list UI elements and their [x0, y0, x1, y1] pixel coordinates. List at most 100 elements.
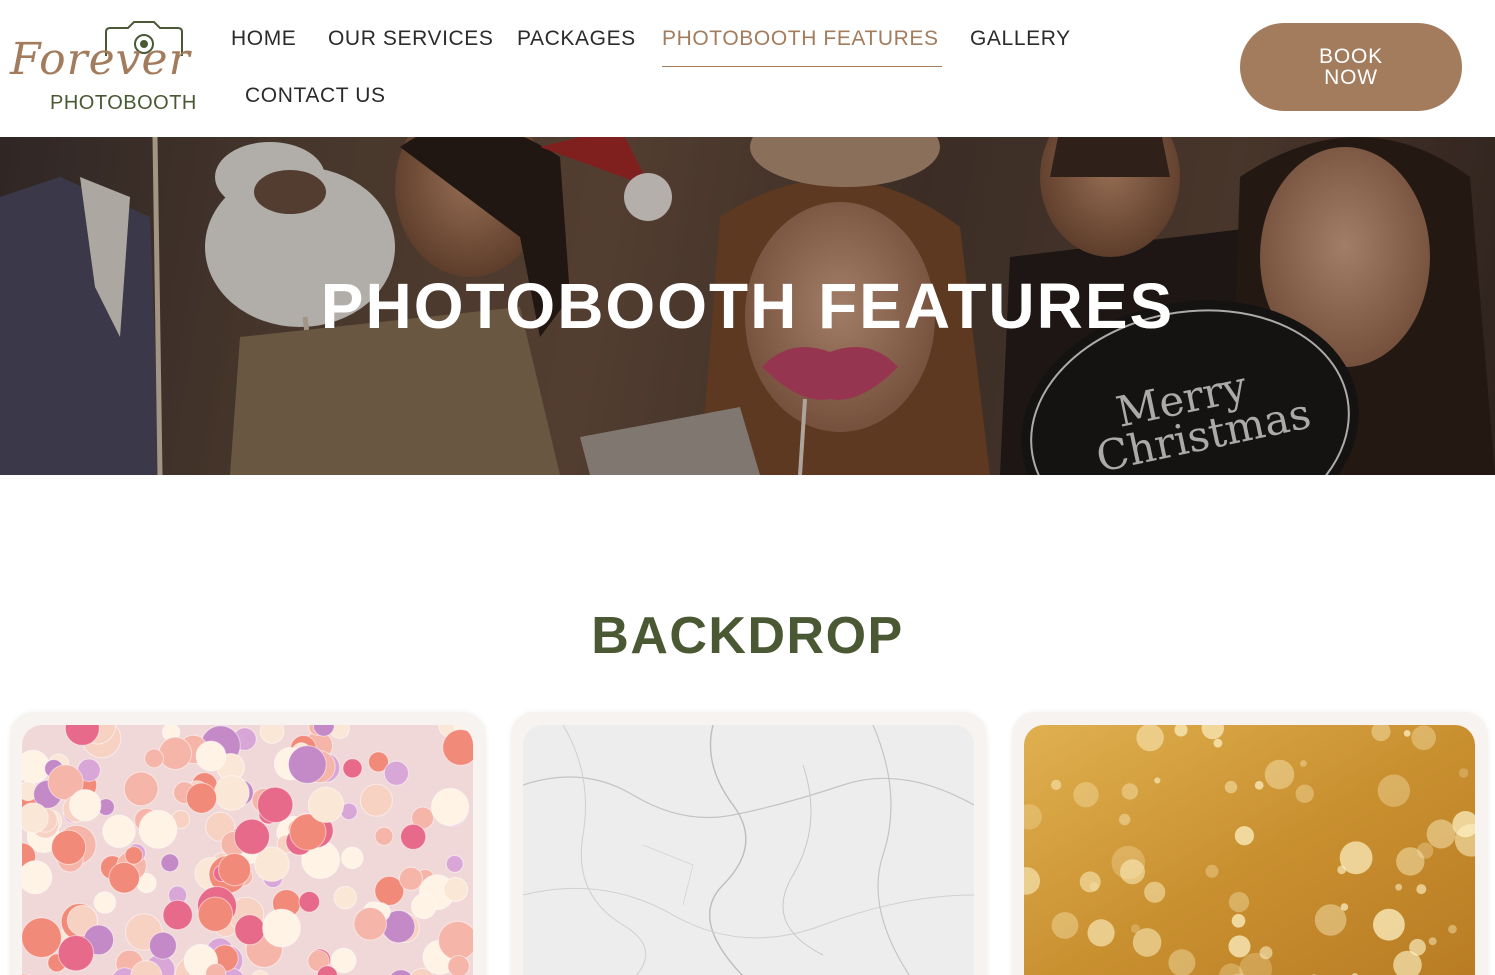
flower-petal	[398, 866, 423, 891]
nav-item-photobooth-features[interactable]: PHOTOBOOTH FEATURES	[662, 27, 939, 51]
flower-petal	[50, 829, 87, 866]
nav-item-our-services[interactable]: OUR SERVICES	[328, 27, 494, 51]
logo-script-text: Forever	[10, 34, 191, 85]
backdrop-card-gold-glitter[interactable]	[1012, 712, 1488, 975]
flower-petal	[102, 814, 136, 849]
flower-petal	[185, 782, 218, 814]
glitter-sparkle	[1087, 919, 1115, 947]
glitter-sparkle	[1254, 780, 1264, 790]
glitter-sparkle	[1428, 937, 1437, 946]
flower-petal	[431, 787, 470, 827]
glitter-sparkle	[1259, 946, 1273, 960]
backdrop-section-title: BACKDROP	[591, 607, 904, 665]
book-now-line2: NOW	[1324, 66, 1378, 89]
glitter-sparkle	[1426, 819, 1456, 849]
glitter-sparkle	[1228, 891, 1250, 913]
glitter-sparkle	[1224, 780, 1238, 794]
glitter-sparkle	[1295, 784, 1314, 803]
flower-petal	[287, 745, 327, 784]
flower-petal	[144, 748, 165, 769]
flower-petal	[22, 802, 49, 834]
glitter-sparkle	[1132, 928, 1162, 957]
nav-item-contact-us[interactable]: CONTACT US	[245, 84, 386, 108]
glitter-sparkle	[1448, 924, 1457, 934]
nav-item-gallery[interactable]: GALLERY	[970, 27, 1071, 51]
glitter-sparkle	[1205, 864, 1219, 878]
glitter-sparkle	[1051, 912, 1079, 939]
book-now-button[interactable]: BOOK NOW	[1240, 23, 1462, 111]
flower-petal	[438, 920, 473, 961]
glitter-sparkle	[1213, 738, 1223, 748]
nav-item-packages[interactable]: PACKAGES	[517, 27, 636, 51]
backdrop-card-flowers[interactable]	[10, 712, 486, 975]
active-nav-underline	[662, 66, 942, 67]
flower-petal	[160, 853, 180, 873]
flower-petal	[158, 736, 193, 770]
flower-petal	[162, 899, 193, 931]
flower-petal	[307, 786, 345, 824]
glitter-sparkle	[1458, 768, 1469, 778]
flower-petal	[22, 917, 62, 958]
flower-petal	[341, 846, 364, 870]
flower-petal	[148, 931, 177, 960]
glitter-sparkle	[1300, 760, 1307, 767]
glitter-sparkle	[1121, 783, 1138, 800]
flower-petal	[69, 789, 102, 822]
flower-petal	[138, 809, 178, 849]
flower-petal	[359, 783, 393, 817]
main-nav: HOME OUR SERVICES PACKAGES PHOTOBOOTH FE…	[218, 0, 1118, 137]
flower-petal	[410, 893, 437, 920]
glitter-sparkle	[1073, 782, 1099, 808]
glitter-sparkle	[1339, 841, 1373, 875]
glitter-sparkle	[1234, 826, 1254, 846]
flower-petal	[342, 758, 363, 779]
glitter-sparkle	[1119, 813, 1131, 826]
flower-petal	[383, 760, 409, 786]
flower-petal	[108, 861, 140, 894]
flower-petal	[259, 725, 285, 744]
glitter-sparkle	[1231, 914, 1246, 928]
flower-petal	[353, 907, 388, 941]
flower-petal	[400, 823, 427, 850]
glitter-sparkle	[1416, 884, 1427, 895]
logo-sub-text: PHOTOBOOTH	[50, 92, 197, 114]
flower-petal	[57, 935, 95, 972]
glitter-sparkle	[1395, 883, 1403, 891]
glitter-sparkle	[1228, 935, 1251, 958]
flower-petal	[234, 914, 266, 946]
site-logo[interactable]: Forever PHOTOBOOTH	[8, 16, 208, 120]
white-marble-image	[523, 725, 974, 975]
book-now-line1: BOOK	[1319, 45, 1383, 68]
flower-petal	[374, 826, 394, 846]
glitter-sparkle	[1144, 881, 1166, 903]
flower-petal	[123, 771, 159, 807]
glitter-sparkle	[1051, 779, 1062, 790]
flower-petal	[442, 729, 473, 766]
flower-petal	[262, 908, 301, 948]
flower-petal	[218, 853, 252, 887]
glitter-sparkle	[1417, 842, 1434, 859]
flower-petal	[22, 860, 53, 895]
glitter-sparkle	[1111, 845, 1146, 880]
flower-petal	[197, 896, 234, 932]
glitter-sparkle	[1264, 759, 1295, 790]
glitter-sparkle	[1377, 774, 1411, 807]
glitter-sparkle	[1136, 725, 1164, 752]
flower-petal	[93, 891, 117, 914]
nav-item-home[interactable]: HOME	[231, 27, 296, 51]
gold-glitter-image	[1024, 725, 1475, 975]
site-header: Forever PHOTOBOOTH HOME OUR SERVICES PAC…	[0, 0, 1495, 137]
flower-petal	[233, 818, 270, 855]
glitter-sparkle	[1411, 725, 1436, 750]
backdrop-card-marble[interactable]	[511, 712, 987, 975]
glitter-sparkle	[1314, 904, 1347, 936]
glitter-sparkle	[1168, 949, 1196, 975]
flower-petal	[443, 877, 469, 902]
flower-petal	[213, 775, 250, 811]
flower-wall-image	[22, 725, 473, 975]
flower-petal	[447, 955, 470, 975]
glitter-sparkle	[1154, 777, 1161, 784]
glitter-sparkle	[1373, 908, 1405, 941]
glitter-sparkle	[1403, 730, 1411, 737]
hero-title: PHOTOBOOTH FEATURES	[320, 270, 1175, 342]
